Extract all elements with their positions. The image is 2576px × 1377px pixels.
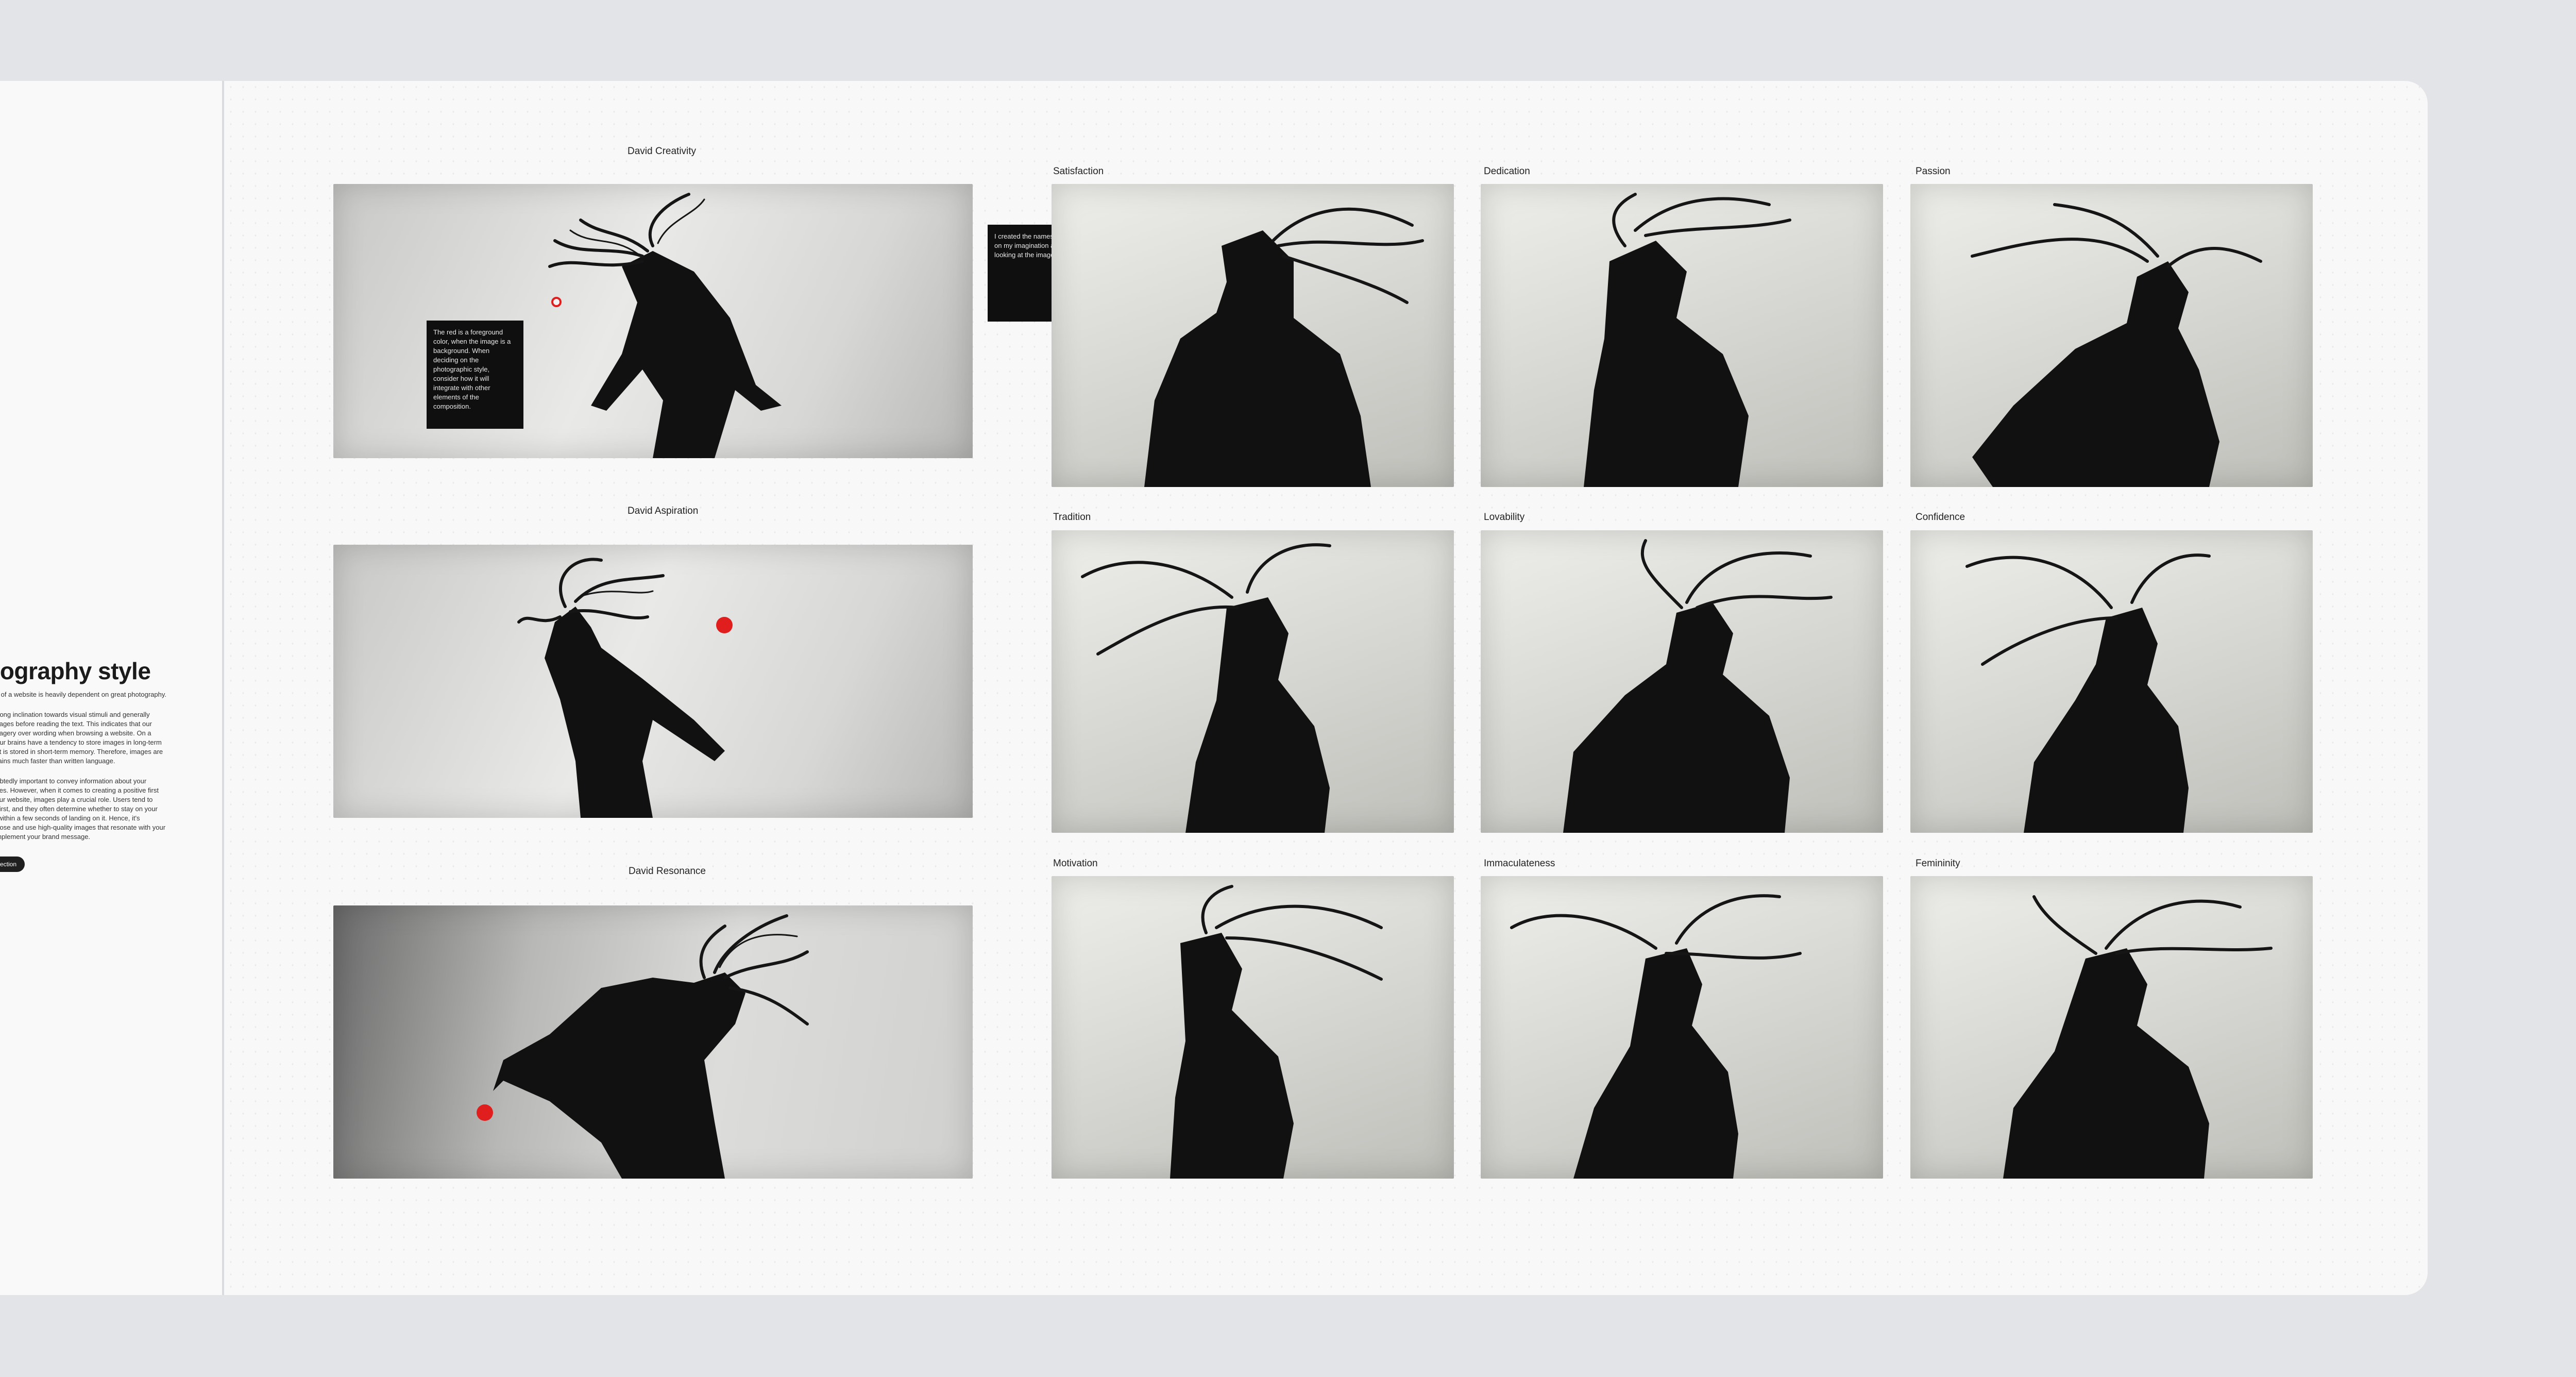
immaculateness-photo[interactable] xyxy=(1481,876,1883,1179)
satisfaction-photo[interactable] xyxy=(1052,184,1454,487)
david-resonance-title: David Resonance xyxy=(629,866,706,877)
figure-silhouette xyxy=(1170,885,1383,1179)
david-aspiration-photo[interactable] xyxy=(333,545,973,818)
section-button[interactable]: ection xyxy=(0,857,25,872)
david-aspiration-title: David Aspiration xyxy=(628,506,699,516)
lovability-photo[interactable] xyxy=(1481,530,1883,833)
tradition-title: Tradition xyxy=(1053,512,1091,523)
dedication-photo[interactable] xyxy=(1481,184,1883,487)
figure-silhouette xyxy=(1144,207,1424,487)
figure-silhouette xyxy=(2003,895,2273,1179)
confidence-photo[interactable] xyxy=(1910,530,2313,833)
red-color-note: The red is a foreground color, when the … xyxy=(427,321,523,429)
figure-silhouette xyxy=(493,914,809,1179)
tradition-photo[interactable] xyxy=(1052,530,1454,833)
figure-silhouette xyxy=(1563,539,1833,833)
femininity-photo[interactable] xyxy=(1910,876,2313,1179)
satisfaction-title: Satisfaction xyxy=(1053,166,1104,177)
panel-divider xyxy=(222,81,224,1295)
body-paragraph-2: oubtedly important to convey information… xyxy=(0,777,166,841)
femininity-title: Femininity xyxy=(1916,858,1960,869)
immaculateness-title: Immaculateness xyxy=(1484,858,1555,869)
confidence-title: Confidence xyxy=(1916,512,1965,523)
figure-silhouette xyxy=(1971,203,2262,487)
figure-silhouette xyxy=(1081,543,1331,833)
page-title: tography style xyxy=(0,658,151,684)
red-accent-marker xyxy=(551,297,562,307)
body-paragraph-1: strong inclination towards visual stimul… xyxy=(0,711,163,765)
left-panel: tography style ity of a website is heavi… xyxy=(0,81,223,1295)
intro-text: ity of a website is heavily dependent on… xyxy=(0,691,166,698)
dedication-title: Dedication xyxy=(1484,166,1530,177)
david-resonance-photo[interactable] xyxy=(333,905,973,1179)
red-accent-marker xyxy=(716,617,733,633)
lovability-title: Lovability xyxy=(1484,512,1525,523)
figure-silhouette xyxy=(1584,193,1791,487)
figure-silhouette xyxy=(1510,894,1802,1179)
passion-photo[interactable] xyxy=(1910,184,2313,487)
motivation-photo[interactable] xyxy=(1052,876,1454,1179)
red-accent-marker xyxy=(477,1104,493,1121)
david-creativity-title: David Creativity xyxy=(628,146,697,157)
figure-silhouette xyxy=(517,558,725,818)
figure-silhouette xyxy=(1965,553,2211,833)
motivation-title: Motivation xyxy=(1053,858,1098,869)
passion-title: Passion xyxy=(1916,166,1951,177)
